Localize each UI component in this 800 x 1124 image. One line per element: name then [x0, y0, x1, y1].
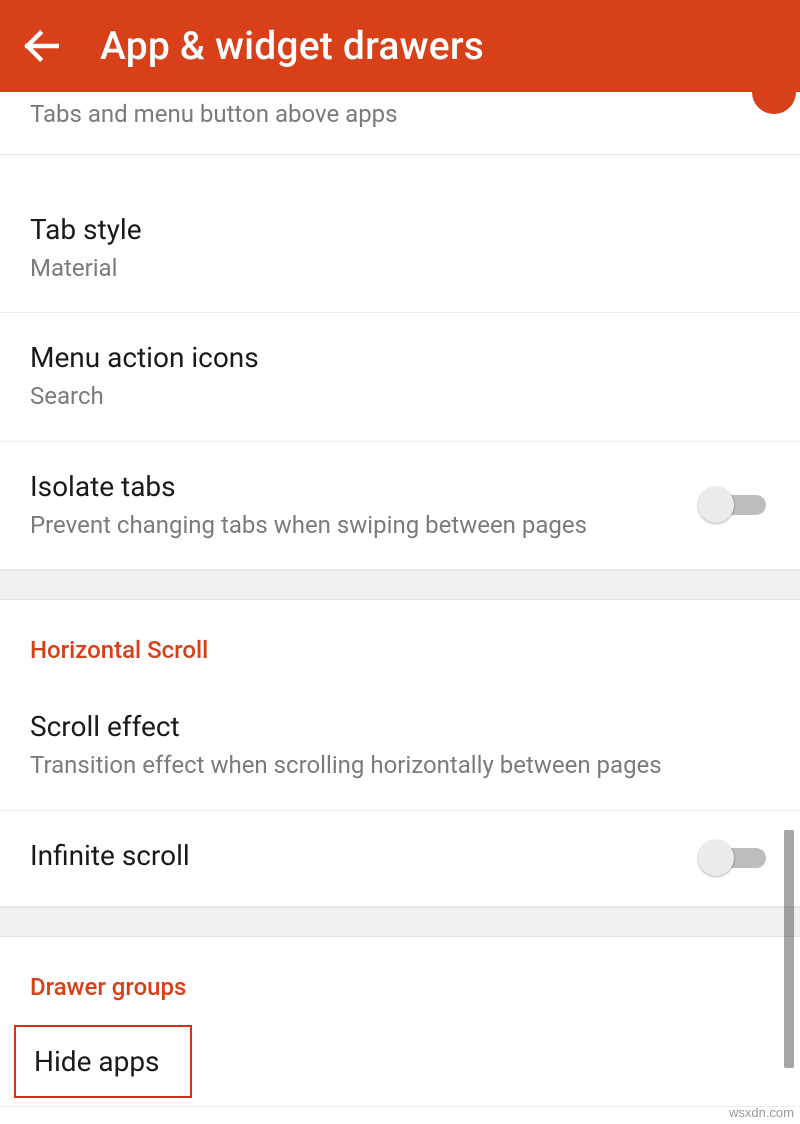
- setting-hide-apps[interactable]: Hide apps: [0, 1019, 800, 1107]
- toggle-switch-off[interactable]: [698, 485, 770, 525]
- setting-title: Menu action icons: [30, 341, 770, 374]
- setting-value: Material: [30, 252, 770, 284]
- switch-thumb-icon: [698, 487, 734, 523]
- setting-title: Isolate tabs: [30, 470, 770, 503]
- setting-title: Infinite scroll: [30, 839, 770, 872]
- page-title: App & widget drawers: [100, 23, 484, 69]
- setting-tab-style[interactable]: Tab style Material: [0, 185, 800, 313]
- section-divider: [0, 570, 800, 600]
- spacer: [0, 155, 800, 185]
- section-divider: [0, 907, 800, 937]
- scrollbar-thumb-icon[interactable]: [784, 830, 794, 1068]
- back-arrow-icon[interactable]: [20, 24, 64, 68]
- setting-infinite-scroll[interactable]: Infinite scroll: [0, 811, 800, 907]
- setting-title: Tab style: [30, 213, 770, 246]
- highlight-box: Hide apps: [14, 1025, 192, 1098]
- setting-scroll-effect[interactable]: Scroll effect Transition effect when scr…: [0, 682, 800, 810]
- section-header-drawer-groups: Drawer groups: [0, 937, 800, 1019]
- setting-isolate-tabs[interactable]: Isolate tabs Prevent changing tabs when …: [0, 442, 800, 570]
- setting-subtitle: Transition effect when scrolling horizon…: [30, 749, 770, 781]
- setting-title: Scroll effect: [30, 710, 770, 743]
- setting-value: Search: [30, 380, 770, 412]
- setting-subtitle: Tabs and menu button above apps: [30, 100, 770, 128]
- setting-title: Hide apps: [34, 1045, 160, 1078]
- watermark: wsxdn.com: [729, 1105, 794, 1120]
- setting-tabs-menu-partial[interactable]: Tabs and menu button above apps: [0, 92, 800, 155]
- switch-thumb-icon: [698, 840, 734, 876]
- setting-subtitle: Prevent changing tabs when swiping betwe…: [30, 509, 770, 541]
- toolbar: App & widget drawers: [0, 0, 800, 92]
- toggle-switch-off[interactable]: [698, 838, 770, 878]
- setting-menu-action-icons[interactable]: Menu action icons Search: [0, 313, 800, 441]
- section-header-horizontal-scroll: Horizontal Scroll: [0, 600, 800, 682]
